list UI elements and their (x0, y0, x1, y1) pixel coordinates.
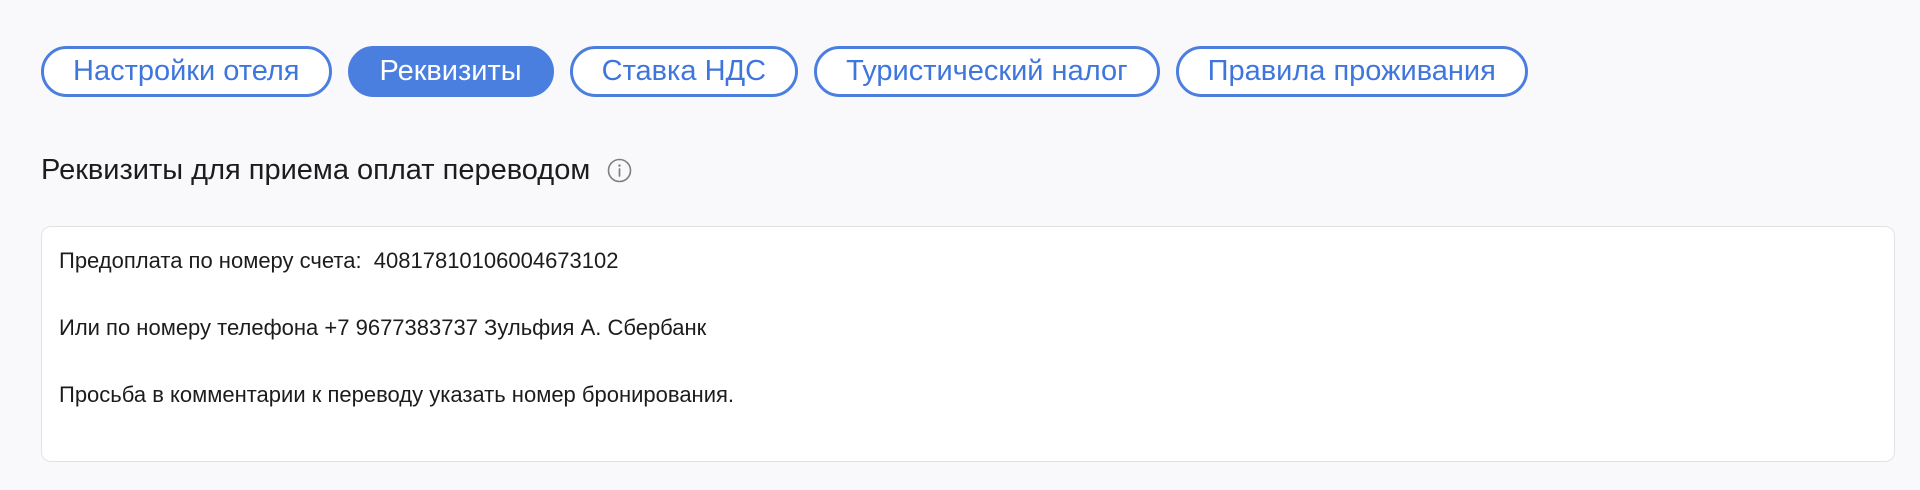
tab-tourist-tax[interactable]: Туристический налог (814, 46, 1160, 97)
settings-tabs: Настройки отеля Реквизиты Ставка НДС Тур… (41, 46, 1528, 97)
tab-accommodation-rules[interactable]: Правила проживания (1175, 46, 1528, 97)
payment-details-line-comment: Просьба в комментарии к переводу указать… (59, 382, 735, 407)
tab-requisites[interactable]: Реквизиты (347, 46, 554, 97)
section-title: Реквизиты для приема оплат переводом (41, 154, 591, 186)
section-header: Реквизиты для приема оплат переводом (41, 150, 632, 190)
payment-details-textarea[interactable]: Предоплата по номеру счета: 408178101060… (41, 226, 1895, 462)
tab-vat-rate[interactable]: Ставка НДС (569, 46, 799, 97)
info-circle-icon[interactable] (607, 158, 632, 183)
payment-details-line-account: Предоплата по номеру счета: 408178101060… (59, 248, 619, 273)
payment-details-line-phone: Или по номеру телефона +7 9677383737 Зул… (59, 315, 707, 340)
tab-hotel-settings[interactable]: Настройки отеля (41, 46, 332, 97)
